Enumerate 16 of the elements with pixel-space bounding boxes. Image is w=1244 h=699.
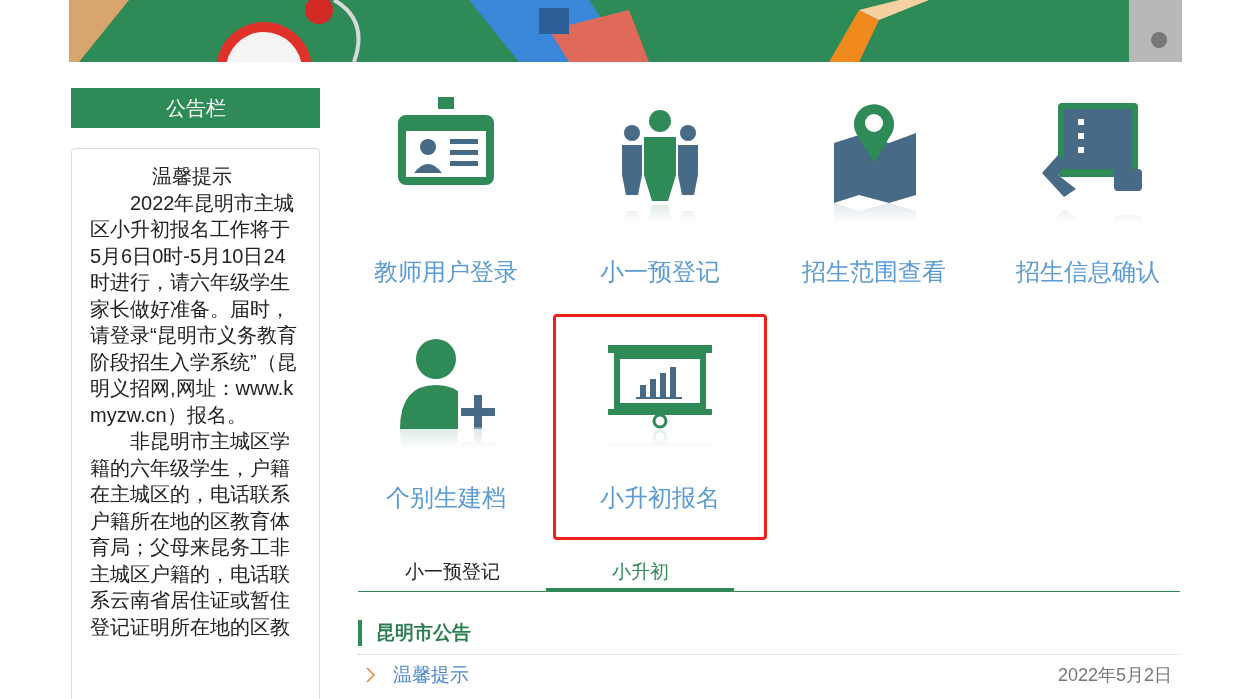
notice-paragraph: 非昆明市主城区学籍的六年级学生，户籍在主城区的，电话联系户籍所在地的区教育体育局；父母来昆务工非主城区户籍的，电话联系云南省居住证或暂住登记证明所在地的区教 bbox=[90, 429, 291, 640]
shortcut-link[interactable]: 小一预登记 bbox=[600, 257, 720, 287]
chevron-right-icon bbox=[366, 667, 376, 683]
shortcut-link[interactable]: 招生范围查看 bbox=[802, 257, 946, 287]
notice-heading: 温馨提示 bbox=[151, 164, 233, 189]
notice-link[interactable]: 温馨提示 bbox=[393, 660, 469, 690]
section-heading: 昆明市公告 bbox=[358, 620, 471, 646]
notice-date: 2022年5月2日 bbox=[1057, 663, 1172, 687]
shortcut-link[interactable]: 小升初报名 bbox=[600, 483, 720, 513]
sidebar-title: 公告栏 bbox=[71, 88, 320, 128]
shortcut-link[interactable]: 个别生建档 bbox=[386, 483, 506, 513]
shortcut-link[interactable]: 招生信息确认 bbox=[1016, 257, 1160, 287]
shortcut-link[interactable]: 教师用户登录 bbox=[374, 257, 518, 287]
tab[interactable]: 小升初 bbox=[546, 556, 734, 592]
notice-paragraph: 2022年昆明市主城区小升初报名工作将于5月6日0时-5月10日24时进行，请六年级学生家长做好准备。届时，请登录“昆明市义务教育阶段招生入学系统”（昆明义招网,网址：www.kmyzw.cn）报名。 bbox=[90, 190, 298, 428]
tab[interactable]: 小一预登记 bbox=[358, 556, 546, 592]
